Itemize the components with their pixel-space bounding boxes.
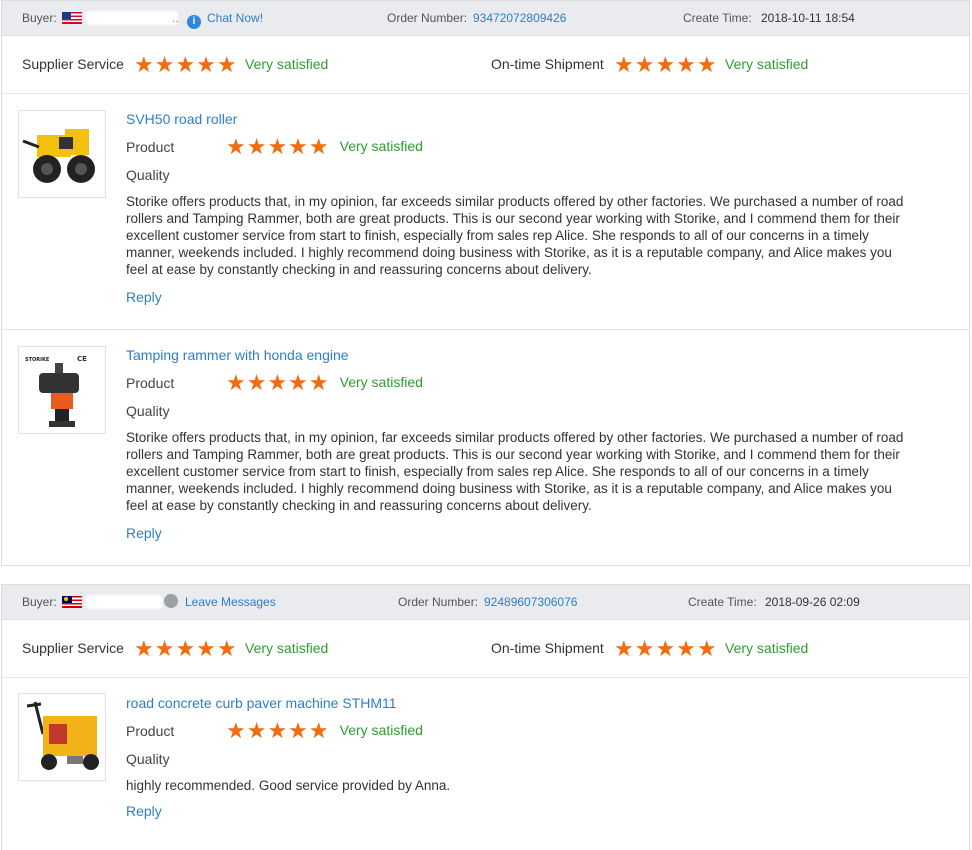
order-number-label: Order Number:	[398, 595, 479, 609]
product-rating: ★★★★★ Very satisfied	[226, 371, 423, 397]
quality-label: Quality	[126, 167, 170, 183]
product-rating: ★★★★★ Very satisfied	[226, 719, 423, 745]
chat-icon[interactable]: i	[187, 1, 201, 35]
buyer-label: Buyer:	[22, 595, 57, 609]
storike-logo-text: STORIKE	[25, 357, 50, 363]
buyer-name-ellipsis: ..	[172, 11, 179, 25]
order-header: Buyer: Leave Messages Order Number: 9248…	[2, 585, 969, 620]
chat-now-link[interactable]: Chat Now!	[207, 1, 263, 35]
ontime-shipment-label: On-time Shipment	[491, 56, 604, 72]
ontime-shipment-stars: ★★★★★	[614, 636, 718, 661]
curb-paver-machine-image[interactable]	[18, 693, 106, 781]
reply-link[interactable]: Reply	[126, 525, 162, 541]
product-stars: ★★★★★	[226, 718, 330, 743]
review-text: Storike offers products that, in my opin…	[126, 194, 904, 277]
order-rating-row: Supplier Service ★★★★★ Very satisfied On…	[2, 620, 969, 678]
reply-link[interactable]: Reply	[126, 803, 162, 819]
product-stars: ★★★★★	[226, 370, 330, 395]
product-review: road concrete curb paver machine STHM11 …	[2, 678, 969, 848]
ontime-shipment-stars: ★★★★★	[614, 52, 718, 77]
review-text: highly recommended. Good service provide…	[126, 778, 451, 793]
order-number-link[interactable]: 92489607306076	[484, 585, 577, 619]
supplier-service-rating-text: Very satisfied	[245, 640, 329, 656]
buyer-name-redacted	[86, 1, 178, 35]
leave-messages-link[interactable]: Leave Messages	[185, 585, 276, 619]
product-rating-label: Product	[126, 139, 175, 155]
product-rating-label: Product	[126, 723, 175, 739]
order-number-link[interactable]: 93472072809426	[473, 1, 566, 35]
supplier-service-rating-text: Very satisfied	[245, 56, 329, 72]
malaysia-flag-icon	[62, 585, 82, 619]
product-stars: ★★★★★	[226, 134, 330, 159]
quality-label: Quality	[126, 403, 170, 419]
order-header: Buyer: .. i Chat Now! Order Number: 9347…	[2, 1, 969, 36]
product-rating-text: Very satisfied	[339, 374, 423, 390]
product-title-link[interactable]: Tamping rammer with honda engine	[126, 347, 349, 363]
review-text: Storike offers products that, in my opin…	[126, 430, 904, 513]
order-card: Buyer: Leave Messages Order Number: 9248…	[1, 584, 970, 850]
product-rating: ★★★★★ Very satisfied	[226, 135, 423, 161]
product-title-link[interactable]: SVH50 road roller	[126, 111, 237, 127]
create-time-label: Create Time:	[683, 11, 752, 25]
product-review: SVH50 road roller Product ★★★★★ Very sati…	[2, 94, 969, 330]
order-card: Buyer: .. i Chat Now! Order Number: 9347…	[1, 0, 970, 566]
message-icon[interactable]	[164, 585, 178, 619]
order-rating-row: Supplier Service ★★★★★ Very satisfied On…	[2, 36, 969, 94]
ontime-shipment-label: On-time Shipment	[491, 640, 604, 656]
buyer-label: Buyer:	[22, 11, 57, 25]
ontime-shipment-rating-text: Very satisfied	[725, 640, 809, 656]
product-rating-label: Product	[126, 375, 175, 391]
create-time-label: Create Time:	[688, 595, 757, 609]
ontime-shipment-rating-text: Very satisfied	[725, 56, 809, 72]
us-flag-icon	[62, 1, 82, 35]
ce-mark-text: CE	[77, 355, 87, 363]
product-review: STORIKE CE Tamping rammer with honda eng…	[2, 330, 969, 568]
supplier-service-stars: ★★★★★	[134, 52, 238, 77]
road-roller-image[interactable]	[18, 110, 106, 198]
reply-link[interactable]: Reply	[126, 289, 162, 305]
supplier-service-stars: ★★★★★	[134, 636, 238, 661]
order-number-label: Order Number:	[387, 11, 468, 25]
product-title-link[interactable]: road concrete curb paver machine STHM11	[126, 695, 397, 711]
tamping-rammer-image[interactable]: STORIKE CE	[18, 346, 106, 434]
create-time-value: 2018-09-26 02:09	[765, 595, 860, 609]
create-time-value: 2018-10-11 18:54	[761, 11, 855, 25]
buyer-name-redacted	[86, 585, 162, 619]
quality-label: Quality	[126, 751, 170, 767]
supplier-service-label: Supplier Service	[22, 56, 124, 72]
product-rating-text: Very satisfied	[339, 722, 423, 738]
product-rating-text: Very satisfied	[339, 138, 423, 154]
supplier-service-label: Supplier Service	[22, 640, 124, 656]
